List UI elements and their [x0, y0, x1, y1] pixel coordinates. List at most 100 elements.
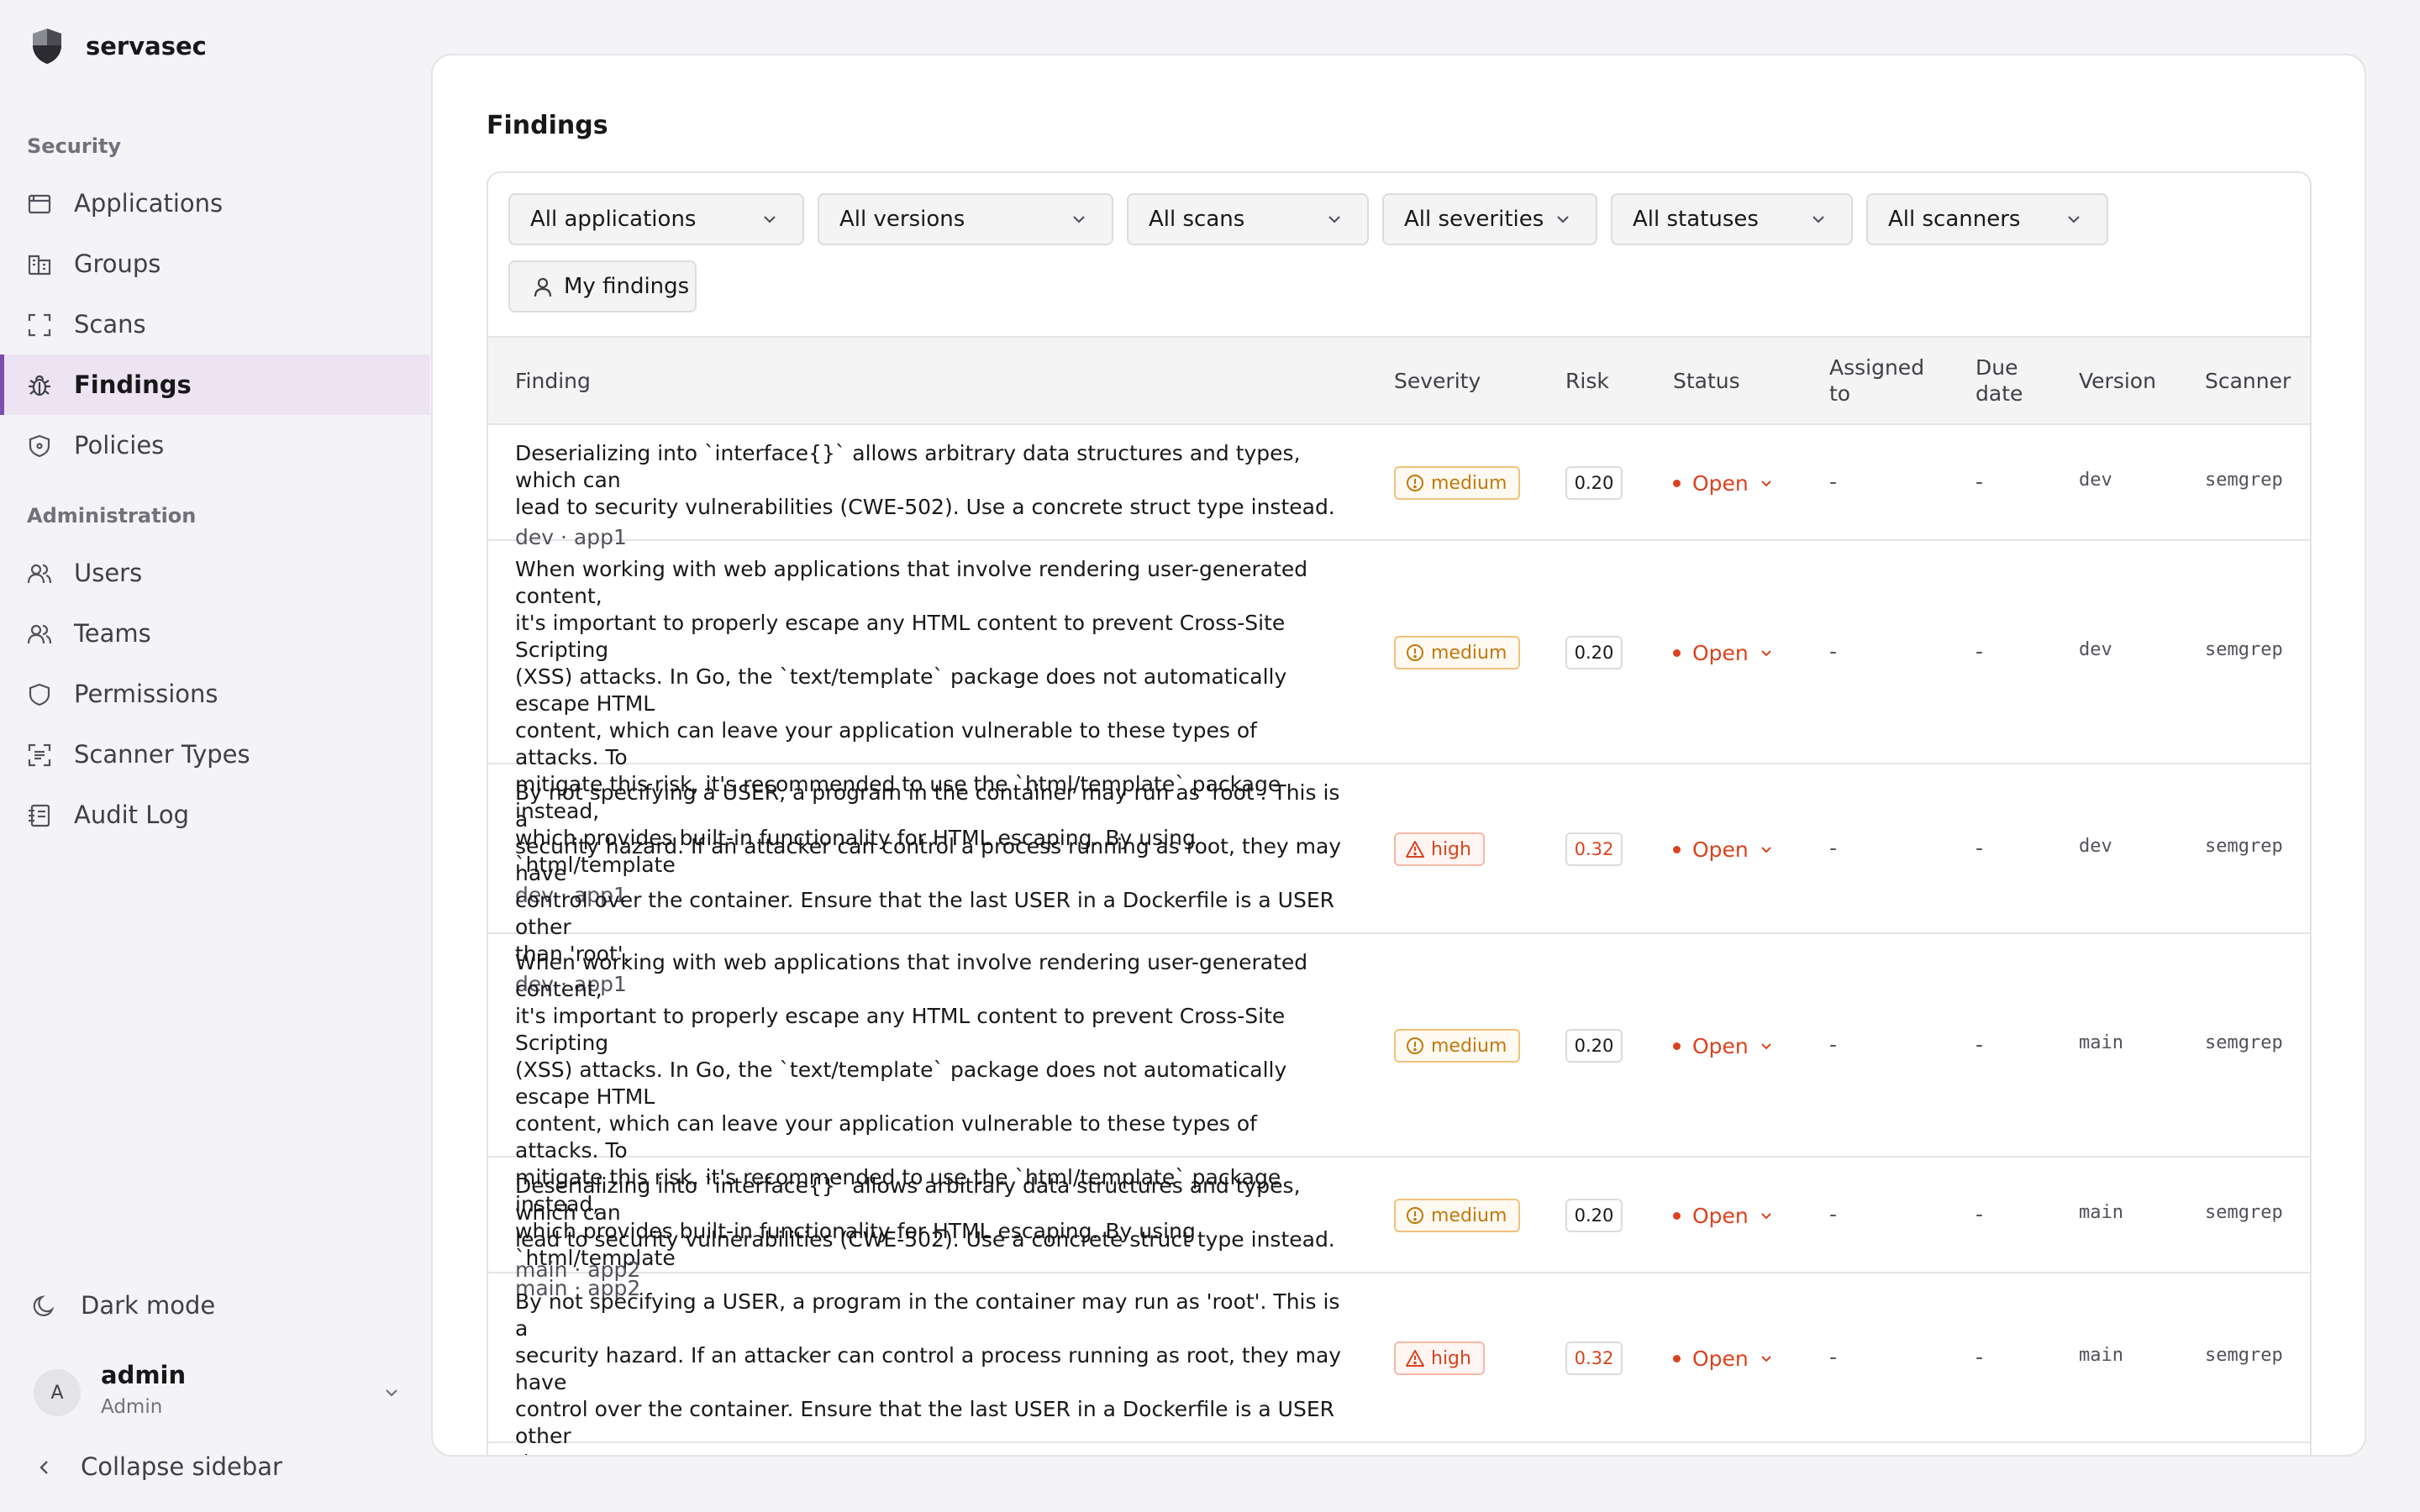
due-date: -: [1975, 470, 1984, 494]
column-label: date: [1975, 381, 2023, 406]
warning-icon: [1406, 840, 1431, 858]
user-role: Admin: [101, 1396, 163, 1418]
scans-icon: [27, 312, 52, 338]
severity-badge: high: [1394, 1341, 1485, 1375]
table-row[interactable]: JWT token detected: [488, 1443, 2310, 1455]
filter-label: All versions: [839, 207, 965, 232]
filter-scanners[interactable]: All scanners: [1866, 193, 2108, 245]
finding-line: control over the container. Ensure that …: [515, 1397, 1334, 1448]
sidebar-item-teams[interactable]: Teams: [0, 603, 430, 664]
finding-line: security hazard. If an attacker can cont…: [515, 834, 1342, 885]
status-dropdown[interactable]: Open: [1673, 466, 1774, 500]
groups-icon: [27, 252, 52, 277]
severity-label: medium: [1431, 472, 1507, 494]
shield-icon: [27, 682, 52, 707]
status-dropdown[interactable]: Open: [1673, 636, 1774, 669]
column-version: Version: [2079, 369, 2156, 393]
status-dropdown[interactable]: Open: [1673, 1029, 1774, 1063]
sidebar-item-findings[interactable]: Findings: [0, 354, 430, 415]
status-dropdown[interactable]: Open: [1673, 832, 1774, 866]
moon-icon: [32, 1294, 57, 1319]
table-row[interactable]: When working with web applications that …: [488, 541, 2310, 907]
scanner-icon: [27, 743, 52, 768]
sidebar-item-scans[interactable]: Scans: [0, 294, 430, 354]
scanner: semgrep: [2205, 836, 2283, 857]
chevron-down-icon: [2068, 216, 2080, 223]
severity-label: high: [1431, 838, 1471, 860]
severity-badge: medium: [1394, 636, 1521, 669]
my-findings-button[interactable]: My findings: [508, 260, 697, 312]
dark-mode-toggle[interactable]: Dark mode: [0, 1275, 430, 1336]
severity-badge: medium: [1394, 1029, 1521, 1063]
sidebar-item-policies[interactable]: Policies: [0, 415, 430, 475]
sidebar-item-scanner-types[interactable]: Scanner Types: [0, 724, 430, 785]
sidebar-item-label: Teams: [74, 619, 151, 648]
sidebar-item-applications[interactable]: Applications: [0, 173, 430, 234]
main-content: Findings All applications All versions A…: [431, 54, 2366, 1457]
shield-icon: [27, 433, 52, 459]
finding-line: control over the container. Ensure that …: [515, 888, 1334, 939]
chevron-down-icon: [1749, 475, 1774, 491]
sidebar-item-label: Users: [74, 559, 143, 587]
finding-cell: By not specifying a USER, a program in t…: [515, 1289, 1347, 1455]
sidebar-item-label: Findings: [74, 370, 192, 399]
version: main: [2079, 1345, 2123, 1366]
scanner: semgrep: [2205, 470, 2283, 491]
table-row[interactable]: Deserializing into `interface{}` allows …: [488, 425, 2310, 549]
version: dev: [2079, 470, 2112, 491]
sidebar-item-groups[interactable]: Groups: [0, 234, 430, 294]
severity-label: medium: [1431, 1205, 1507, 1226]
due-date: -: [1975, 1032, 1984, 1057]
chevron-down-icon: [1749, 1351, 1774, 1366]
finding-description: By not specifying a USER, a program in t…: [515, 1289, 1347, 1455]
dark-mode-label: Dark mode: [81, 1291, 216, 1320]
column-scanner: Scanner: [2205, 369, 2291, 393]
status-dropdown[interactable]: Open: [1673, 1341, 1774, 1375]
table-row[interactable]: When working with web applications that …: [488, 934, 2310, 1300]
status-label: Open: [1692, 837, 1749, 862]
user-menu[interactable]: A admin Admin: [34, 1361, 403, 1420]
filter-applications[interactable]: All applications: [508, 193, 804, 245]
status-dropdown[interactable]: Open: [1673, 1199, 1774, 1232]
filter-label: All applications: [530, 207, 697, 232]
finding-line: content, which can leave your applicatio…: [515, 718, 1257, 769]
status-label: Open: [1692, 1033, 1749, 1058]
finding-cell: Deserializing into `interface{}` allows …: [515, 440, 1347, 551]
table-row[interactable]: By not specifying a USER, a program in t…: [488, 764, 2310, 996]
scanner: semgrep: [2205, 639, 2283, 660]
user-name: admin: [101, 1361, 187, 1389]
filter-statuses[interactable]: All statuses: [1611, 193, 1853, 245]
finding-description: Deserializing into `interface{}` allows …: [515, 1173, 1347, 1253]
sidebar-item-label: Groups: [74, 249, 161, 278]
assigned-to: -: [1829, 1202, 1838, 1226]
collapse-sidebar-button[interactable]: Collapse sidebar: [0, 1436, 430, 1497]
sidebar: servasec Security Applications Groups Sc…: [0, 0, 430, 1512]
sidebar-item-users[interactable]: Users: [0, 543, 430, 603]
chevron-down-icon: [1812, 216, 1824, 223]
severity-label: high: [1431, 1347, 1471, 1369]
risk-score: 0.20: [1565, 466, 1623, 500]
column-finding: Finding: [515, 369, 591, 393]
alert-circle-icon: [1406, 474, 1431, 492]
version: dev: [2079, 836, 2112, 857]
table-row[interactable]: By not specifying a USER, a program in t…: [488, 1273, 2310, 1455]
filter-versions[interactable]: All versions: [818, 193, 1113, 245]
sidebar-item-label: Applications: [74, 189, 224, 218]
sidebar-item-audit-log[interactable]: Audit Log: [0, 785, 430, 845]
brand[interactable]: servasec: [30, 27, 207, 66]
chevron-down-icon: [1557, 216, 1569, 223]
sidebar-item-label: Audit Log: [74, 801, 190, 829]
filter-scans[interactable]: All scans: [1127, 193, 1369, 245]
risk-score: 0.32: [1565, 1341, 1623, 1375]
table-row[interactable]: Deserializing into `interface{}` allows …: [488, 1158, 2310, 1282]
sidebar-item-permissions[interactable]: Permissions: [0, 664, 430, 724]
chevron-down-icon: [1749, 645, 1774, 660]
teams-icon: [27, 622, 52, 647]
chevron-down-icon: [1749, 1038, 1774, 1053]
finding-line: (XSS) attacks. In Go, the `text/template…: [515, 1058, 1287, 1109]
filter-severities[interactable]: All severities: [1382, 193, 1597, 245]
sidebar-item-label: Scans: [74, 310, 146, 339]
finding-line: it's important to properly escape any HT…: [515, 1004, 1286, 1055]
status-dot: [1673, 648, 1681, 657]
risk-score: 0.20: [1565, 636, 1623, 669]
